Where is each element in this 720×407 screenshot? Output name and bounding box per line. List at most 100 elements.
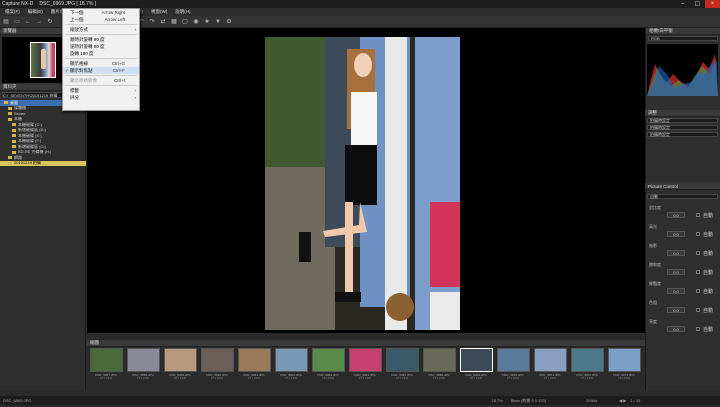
settings-icon[interactable]: ⚙ [225,18,233,26]
fullscreen-icon[interactable]: ▢ [181,18,189,26]
thumbnail-image [459,348,493,372]
thumbnail[interactable]: DSC_6973.JPG F3.2 1/200 [606,348,642,388]
view-menu-dropdown: 下一個 Arrow Right 上一個 Arrow Left 縮放方式 › 順時針旋轉 90… [62,8,140,111]
thumbnail-image [607,348,641,372]
dropdown-item[interactable]: 逆時針旋轉 90 度 [63,43,139,50]
picture-control-panel: Picture Control 自動 對比度 0.0 自動 高光 0.0 自動 陰影 0.0 自… [645,183,720,388]
thumbnail[interactable]: DSC_6965.JPG F3.2 1/200 [384,348,420,388]
slider-value[interactable]: 0.0 [667,250,685,256]
thumbnail[interactable]: DSC_6972.JPG F3.2 1/200 [569,348,605,388]
thumbnail[interactable]: DSC_6962.JPG F3.2 1/200 [273,348,309,388]
slider-row: 0.0 自動 [645,211,720,219]
label-icon[interactable]: ◉ [192,18,200,26]
thumbnail[interactable]: DSC_6963.JPG F3.2 1/200 [310,348,346,388]
auto-checkbox[interactable] [696,213,700,217]
folder-icon [8,112,12,116]
dropdown-item-shortcut: Arrow Right [101,10,125,15]
dropdown-item[interactable]: 上一個 Arrow Left [63,16,139,23]
channel-row: RGB [646,35,720,42]
close-icon[interactable]: × [705,0,720,8]
histogram-header: 相機/白平衡 [646,28,720,35]
thumbnail-image [496,348,530,372]
tree-item-label: Seven [14,111,26,117]
main-photo[interactable] [265,37,460,330]
refresh-icon[interactable]: ↻ [46,18,54,26]
slider-value[interactable]: 0.0 [667,231,685,237]
thumbnail[interactable]: DSC_6966.JPG F3.2 1/200 [421,348,457,388]
menu-item-7[interactable]: 說明(H) [171,8,194,16]
thumbnail-info: F3.2 1/200 [470,377,482,380]
app-title: Capture NX-D [2,1,34,7]
dropdown-item[interactable]: 評分 › [63,94,139,101]
adjust-select-1[interactable]: 拍攝時設定 [647,118,718,123]
slider-value[interactable]: 0.0 [667,307,685,313]
dropdown-item-shortcut: Arrow Left [104,17,125,22]
folder-icon[interactable]: ▭ [13,18,21,26]
dropdown-item-label: 旋轉 180 度 [70,50,94,56]
dropdown-item[interactable]: 縮放方式 › [63,26,139,33]
compare-icon[interactable]: ⇄ [159,18,167,26]
back-icon[interactable]: ← [24,18,32,26]
dropdown-item-label: 顯示格線 [70,60,88,66]
auto-checkbox[interactable] [696,270,700,274]
dropdown-item[interactable]: 顯示格線 Ctrl+G [63,60,139,67]
grid-icon[interactable]: ▦ [170,18,178,26]
status-nav[interactable]: ◀ ▶ [619,398,626,403]
thumbnail-image [200,348,234,372]
dropdown-item[interactable]: 下一個 Arrow Right [63,9,139,16]
folder-icon [12,128,16,132]
thumbnail-image [533,348,567,372]
slider-value[interactable]: 0.0 [667,326,685,332]
dropdown-item[interactable]: 順時針旋轉 90 度 [63,36,139,43]
status-speed: 2Mb/s [586,398,598,403]
forward-icon[interactable]: → [35,18,43,26]
thumbnail[interactable]: DSC_6957.JPG F3.2 1/200 [88,348,124,388]
thumbnail[interactable]: DSC_6960.JPG F3.2 1/200 [199,348,235,388]
thumbnail-image [385,348,419,372]
rotate-right-icon[interactable]: ↷ [148,18,156,26]
channel-select[interactable]: RGB [648,36,718,41]
auto-checkbox[interactable] [696,327,700,331]
auto-label: 自動 [703,288,714,295]
thumbnail-info: F3.2 1/200 [211,377,223,380]
dropdown-item[interactable]: 旋轉 180 度 [63,50,139,57]
thumbnail[interactable]: DSC_6964.JPG F3.2 1/200 [347,348,383,388]
thumbnail[interactable]: DSC_6958.JPG F3.2 1/200 [125,348,161,388]
folder-icon [8,156,12,160]
thumbnail-info: F3.2 1/200 [581,377,593,380]
thumbnail[interactable]: DSC_6970.JPG F3.2 1/200 [495,348,531,388]
adjust-select-2[interactable]: 拍攝時設定 [647,125,718,130]
tree-item-label: 媒體櫃 [14,105,26,111]
minimize-icon[interactable]: – [675,0,690,8]
dropdown-item[interactable]: 顯示對焦點 Ctrl+F [63,67,139,74]
dropdown-item-shortcut: Ctrl+F [112,68,125,73]
adjust-select-3[interactable]: 拍攝時設定 [647,132,718,137]
dropdown-item-shortcut: Ctrl+I [114,78,125,83]
auto-checkbox[interactable] [696,251,700,255]
maximize-icon[interactable]: ☐ [690,0,705,8]
status-filename: DSC_6969.JPG [3,398,32,403]
filter-icon[interactable]: ▼ [214,18,222,26]
preset-select[interactable]: 自動 [647,194,718,199]
thumbnail[interactable]: DSC_6961.JPG F3.2 1/200 [236,348,272,388]
slider-value[interactable]: 0.0 [667,212,685,218]
dropdown-item[interactable]: 標籤 › [63,87,139,94]
star-icon[interactable]: ★ [203,18,211,26]
slider-value[interactable]: 0.0 [667,288,685,294]
thumbnail[interactable]: DSC_6959.JPG F3.2 1/200 [162,348,198,388]
thumbnail[interactable]: DSC_6971.JPG F3.2 1/200 [532,348,568,388]
slider-row: 0.0 自動 [645,325,720,333]
menu-item-6[interactable]: 視窗(W) [147,8,171,16]
menu-item-1[interactable]: 編輯(E) [24,8,47,16]
filmstrip-header: 縮圖 [87,340,645,347]
thumbnail[interactable]: DSC_6969.JPG F3.2 1/200 [458,348,494,388]
auto-checkbox[interactable] [696,308,700,312]
auto-checkbox[interactable] [696,289,700,293]
tree-item[interactable]: 20191219 拍攝 [0,160,86,166]
slider-value[interactable]: 0.0 [667,269,685,275]
menu-item-0[interactable]: 檔案(F) [1,8,24,16]
browser-icon[interactable]: ▤ [2,18,10,26]
adjust-row-2: 拍攝時設定 [645,124,720,131]
auto-checkbox[interactable] [696,232,700,236]
thumbnail-info: F3.2 1/200 [322,377,334,380]
